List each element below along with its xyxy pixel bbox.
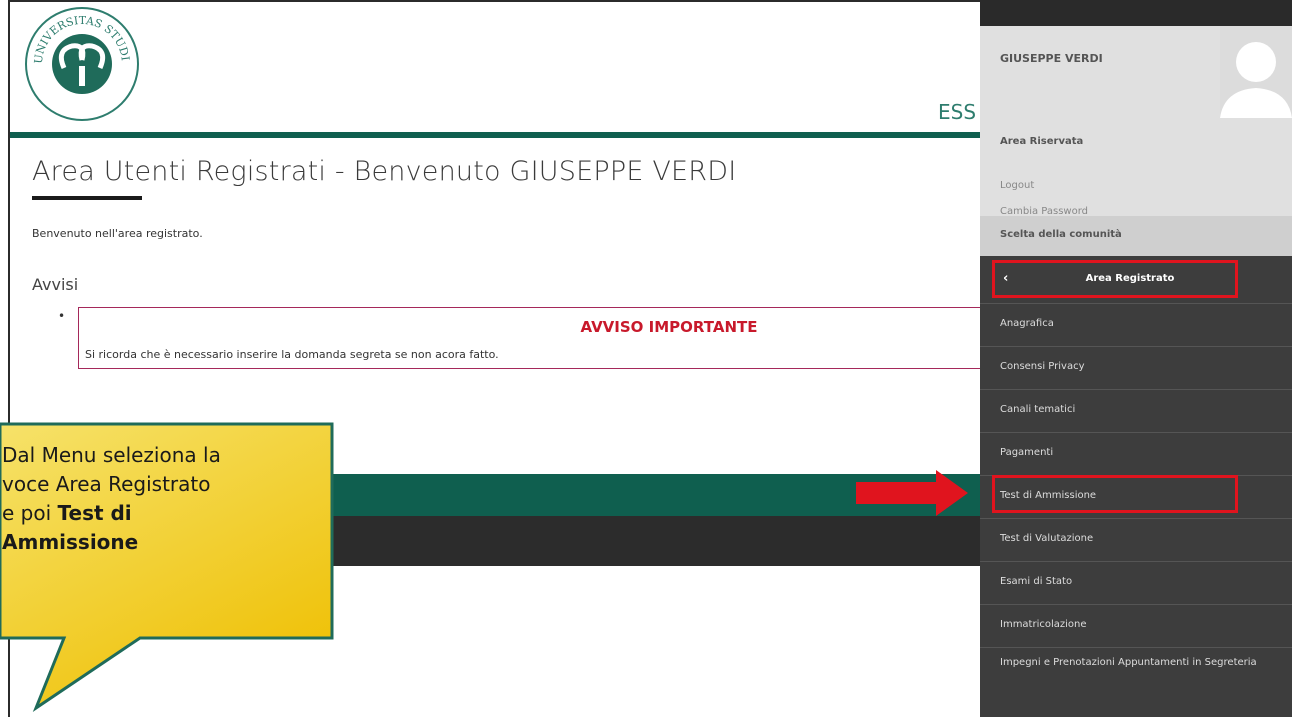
sidebar-item-test-valutazione[interactable]: Test di Valutazione <box>980 518 1292 561</box>
sidebar-item-label: Consensi Privacy <box>1000 361 1085 372</box>
user-name: GIUSEPPE VERDI <box>1000 52 1103 65</box>
site-header: UNIVERSITAS STUDIORUM INSUBRIAE ESS <box>10 2 980 132</box>
notice-box: AVVISO IMPORTANTE Si ricorda che è neces… <box>78 307 980 369</box>
user-avatar-icon <box>1220 26 1292 118</box>
sidebar-item-label: Test di Valutazione <box>1000 533 1094 544</box>
sidebar-item-label: Esami di Stato <box>1000 576 1073 587</box>
community-selector-label: Scelta della comunità <box>1000 229 1122 240</box>
callout-line: Dal Menu seleziona la <box>2 443 221 467</box>
sidebar-item-label: Immatricolazione <box>1000 619 1087 630</box>
callout-bold: Ammissione <box>2 530 139 554</box>
sidebar-item-consensi-privacy[interactable]: Consensi Privacy <box>980 346 1292 389</box>
sidebar-menu: GIUSEPPE VERDI Area Riservata Logout Cam… <box>980 0 1292 717</box>
callout-line: Ammissione <box>2 528 320 557</box>
reserved-area-label: Area Riservata <box>1000 136 1084 147</box>
callout-text: Dal Menu seleziona la voce Area Registra… <box>2 441 320 557</box>
sidebar-item-label: Impegni e Prenotazioni Appuntamenti in S… <box>1000 657 1257 668</box>
sidebar-item-anagrafica[interactable]: Anagrafica <box>980 303 1292 346</box>
bullet-icon: • <box>58 309 66 323</box>
sidebar-item-esami-stato[interactable]: Esami di Stato <box>980 561 1292 604</box>
menu-section-header[interactable]: ‹ Area Registrato <box>992 260 1238 298</box>
welcome-text: Benvenuto nell'area registrato. <box>32 227 203 240</box>
callout-line: e poi Test di <box>2 499 320 528</box>
avatar <box>1220 26 1292 118</box>
sidebar-top-strip <box>980 0 1292 26</box>
sidebar-item-impegni[interactable]: Impegni e Prenotazioni Appuntamenti in S… <box>980 647 1292 717</box>
sidebar-item-label: Pagamenti <box>1000 447 1054 458</box>
menu-section-title: Area Registrato <box>1085 273 1175 284</box>
red-arrow-icon <box>856 470 968 516</box>
sidebar-item-immatricolazione[interactable]: Immatricolazione <box>980 604 1292 647</box>
sidebar-item-pagamenti[interactable]: Pagamenti <box>980 432 1292 475</box>
logout-link[interactable]: Logout <box>1000 180 1034 191</box>
notices-heading: Avvisi <box>32 275 79 294</box>
highlight-box <box>992 475 1238 513</box>
sidebar-item-canali-tematici[interactable]: Canali tematici <box>980 389 1292 432</box>
notice-text: Si ricorda che è necessario inserire la … <box>85 348 499 361</box>
header-divider <box>10 132 980 138</box>
header-site-name: ESS <box>938 100 977 124</box>
sidebar-item-label: Anagrafica <box>1000 318 1054 329</box>
callout-line: voce Area Registrato <box>2 472 211 496</box>
callout-plain: e poi <box>2 501 58 525</box>
user-panel: GIUSEPPE VERDI Area Riservata Logout Cam… <box>980 26 1292 217</box>
callout-bold: Test di <box>57 501 132 525</box>
page-title: Area Utenti Registrati - Benvenuto GIUSE… <box>32 156 737 187</box>
university-logo[interactable]: UNIVERSITAS STUDIORUM INSUBRIAE <box>24 6 140 122</box>
sidebar-item-label: Canali tematici <box>1000 404 1076 415</box>
community-selector[interactable]: Scelta della comunità <box>980 216 1292 256</box>
title-underline <box>32 196 142 200</box>
